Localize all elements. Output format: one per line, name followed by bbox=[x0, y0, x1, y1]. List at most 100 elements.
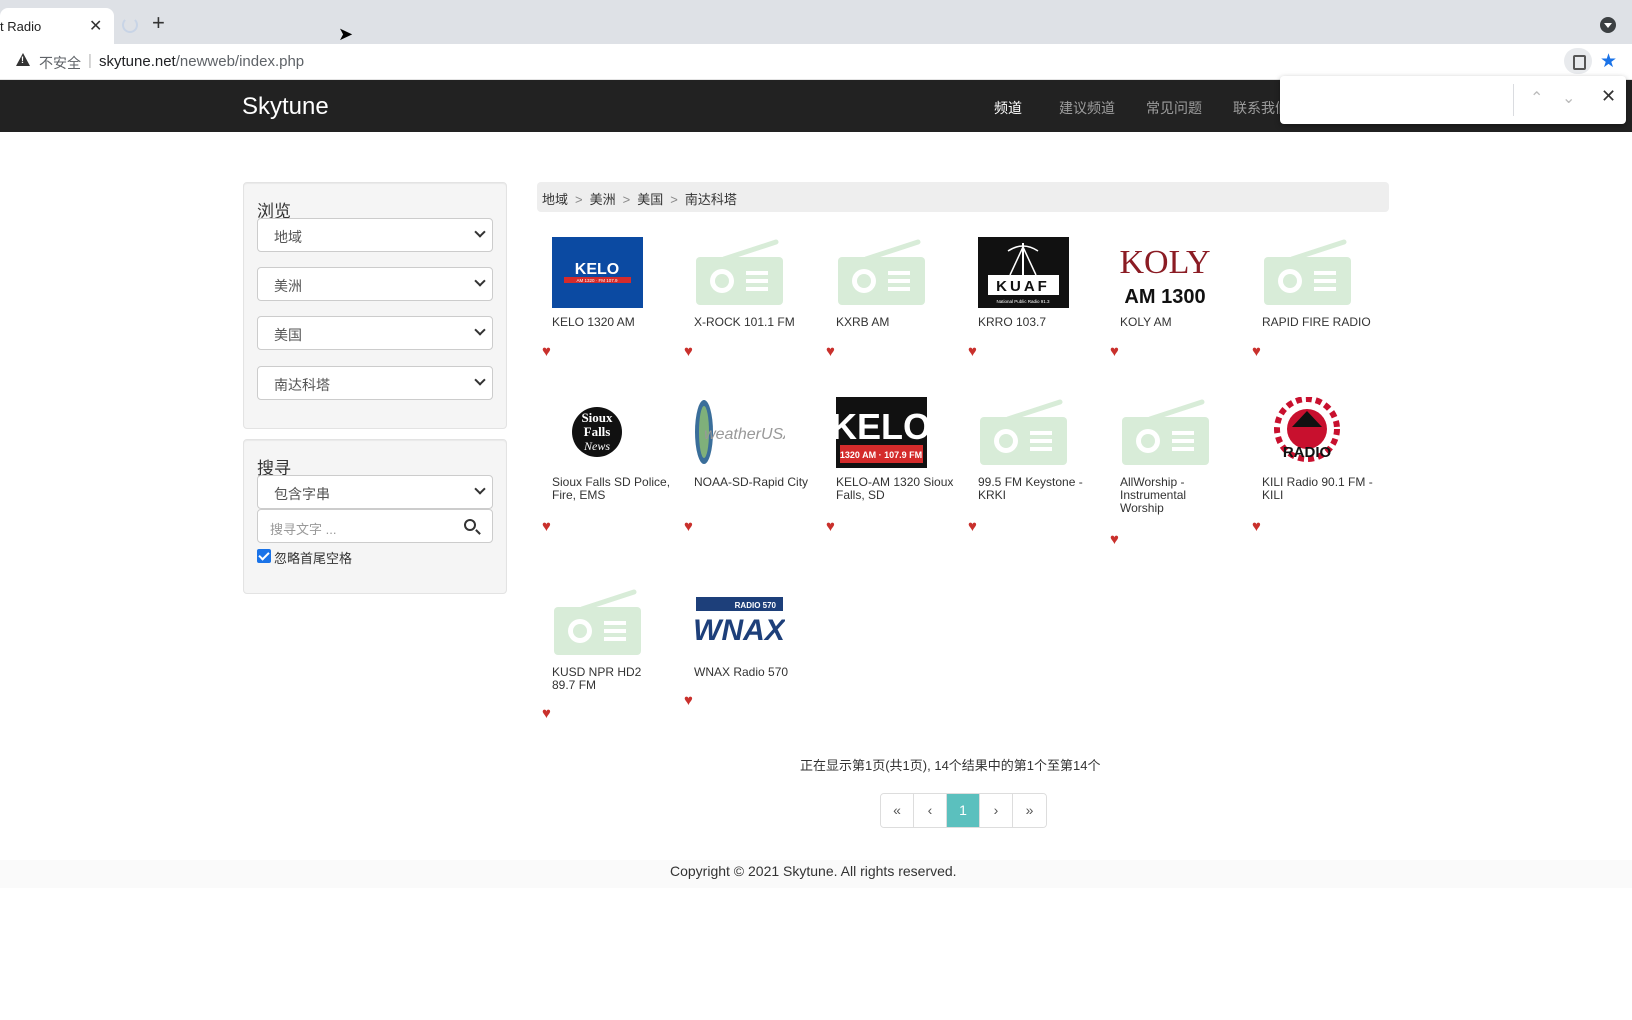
previous-page-button[interactable]: ‹ bbox=[914, 794, 947, 827]
station-name[interactable]: RAPID FIRE RADIO bbox=[1262, 316, 1392, 329]
tab-title: t Radio bbox=[0, 19, 42, 34]
country-select[interactable]: 美国 bbox=[257, 316, 493, 350]
radio-placeholder-icon[interactable] bbox=[694, 237, 785, 308]
breadcrumb-item[interactable]: 美洲 bbox=[590, 192, 616, 207]
station-name[interactable]: X-ROCK 101.1 FM bbox=[694, 316, 824, 329]
new-tab-button[interactable]: + bbox=[152, 12, 165, 34]
heart-icon[interactable]: ♥ bbox=[968, 518, 977, 535]
radio-placeholder-icon[interactable] bbox=[552, 587, 643, 658]
heart-icon[interactable]: ♥ bbox=[826, 343, 835, 360]
heart-icon[interactable]: ♥ bbox=[684, 343, 693, 360]
station-logo-sioux-falls-news[interactable]: Sioux Falls News bbox=[552, 397, 643, 468]
nav-item-channels[interactable]: 频道 bbox=[994, 98, 1022, 118]
station-name[interactable]: KELO 1320 AM bbox=[552, 316, 682, 329]
logo-subtext: 1320 AM · 107.9 FM bbox=[840, 450, 922, 460]
station-name[interactable]: KILI Radio 90.1 FM - KILI bbox=[1262, 476, 1392, 502]
breadcrumb: 地域 > 美洲 > 美国 > 南达科塔 bbox=[537, 182, 1389, 212]
radio-placeholder-icon[interactable] bbox=[1120, 397, 1211, 468]
heart-icon[interactable]: ♥ bbox=[542, 518, 551, 535]
heart-icon[interactable]: ♥ bbox=[968, 343, 977, 360]
station-logo-kili[interactable]: RADIO bbox=[1262, 397, 1353, 468]
station-logo-weather-usa[interactable]: weatherUSA bbox=[694, 397, 785, 468]
station-name[interactable]: KRRO 103.7 bbox=[978, 316, 1108, 329]
heart-icon[interactable]: ♥ bbox=[1110, 531, 1119, 548]
browser-tab[interactable]: t Radio ✕ bbox=[0, 8, 114, 44]
station-logo-koly[interactable]: KOLY AM 1300 bbox=[1120, 237, 1211, 308]
breadcrumb-item[interactable]: 地域 bbox=[542, 192, 568, 207]
chevron-down-icon bbox=[474, 483, 486, 495]
heart-icon[interactable]: ♥ bbox=[1252, 518, 1261, 535]
warning-icon[interactable] bbox=[16, 53, 30, 66]
next-page-button[interactable]: › bbox=[980, 794, 1013, 827]
chevron-down-icon bbox=[474, 226, 486, 238]
station-name[interactable]: KELO-AM 1320 Sioux Falls, SD bbox=[836, 476, 966, 502]
heart-icon[interactable]: ♥ bbox=[542, 705, 551, 722]
station-name[interactable]: 99.5 FM Keystone - KRKI bbox=[978, 476, 1108, 502]
heart-icon[interactable]: ♥ bbox=[684, 692, 693, 709]
breadcrumb-item[interactable]: 美国 bbox=[637, 192, 663, 207]
search-mode-value: 包含字串 bbox=[274, 486, 330, 502]
heart-icon[interactable]: ♥ bbox=[826, 518, 835, 535]
station-logo-kuaf[interactable]: KUAF National Public Radio 91.3 bbox=[978, 237, 1069, 308]
star-icon[interactable]: ★ bbox=[1600, 50, 1617, 73]
station-name[interactable]: NOAA-SD-Rapid City bbox=[694, 476, 824, 489]
search-mode-select[interactable]: 包含字串 bbox=[257, 475, 493, 509]
close-icon[interactable]: ✕ bbox=[89, 16, 102, 36]
find-previous-button[interactable]: ⌃ bbox=[1530, 88, 1543, 108]
mouse-cursor-icon: ➤ bbox=[338, 24, 354, 44]
heart-icon[interactable]: ♥ bbox=[1252, 343, 1261, 360]
heart-icon[interactable]: ♥ bbox=[1110, 343, 1119, 360]
find-divider bbox=[1513, 84, 1514, 116]
loading-spinner-icon bbox=[122, 17, 138, 33]
url-field[interactable]: skytune.net/newweb/index.php bbox=[99, 53, 304, 70]
ignore-spaces-label[interactable]: 忽略首尾空格 bbox=[274, 548, 352, 567]
station-name[interactable]: KXRB AM bbox=[836, 316, 966, 329]
radio-placeholder-icon[interactable] bbox=[1262, 237, 1353, 308]
station-logo-wnax[interactable]: RADIO 570 WNAX bbox=[694, 587, 785, 658]
find-next-button[interactable]: ⌄ bbox=[1562, 88, 1575, 108]
first-page-button[interactable]: « bbox=[881, 794, 914, 827]
radio-placeholder-icon[interactable] bbox=[836, 237, 927, 308]
find-close-button[interactable]: ✕ bbox=[1601, 86, 1616, 107]
heart-icon[interactable]: ♥ bbox=[542, 343, 551, 360]
station-logo-kelo-am[interactable]: KELO 1320 AM · 107.9 FM bbox=[836, 397, 927, 468]
station-name[interactable]: WNAX Radio 570 bbox=[694, 666, 824, 679]
radio-placeholder-icon[interactable] bbox=[978, 397, 1069, 468]
search-placeholder: 搜寻文字 ... bbox=[270, 522, 337, 537]
station-name[interactable]: KOLY AM bbox=[1120, 316, 1250, 329]
station-logo-kelo[interactable]: KELO AM 1320 · FM 107.9 bbox=[552, 237, 643, 308]
tab-search-icon[interactable] bbox=[1600, 17, 1616, 33]
logo-text: KELO bbox=[575, 261, 619, 278]
region-select-value: 地域 bbox=[274, 229, 302, 245]
state-select[interactable]: 南达科塔 bbox=[257, 366, 493, 400]
search-icon[interactable] bbox=[464, 519, 476, 531]
current-page-button[interactable]: 1 bbox=[947, 794, 980, 827]
station-name[interactable]: KUSD NPR HD2 89.7 FM bbox=[552, 666, 652, 692]
url-host: skytune.net bbox=[99, 53, 176, 70]
nav-item-suggest[interactable]: 建议频道 bbox=[1059, 98, 1115, 118]
logo-subtext: AM 1300 bbox=[1124, 286, 1205, 308]
page-action-icon[interactable] bbox=[1564, 48, 1592, 74]
continent-select[interactable]: 美洲 bbox=[257, 267, 493, 301]
station-name[interactable]: Sioux Falls SD Police, Fire, EMS bbox=[552, 476, 682, 502]
ignore-spaces-checkbox[interactable] bbox=[257, 549, 271, 563]
find-input[interactable] bbox=[1290, 84, 1512, 116]
pagination-info: 正在显示第1页(共1页), 14个结果中的第1个至第14个 bbox=[800, 758, 1101, 773]
search-input[interactable]: 搜寻文字 ... bbox=[257, 509, 493, 543]
heart-icon[interactable]: ♥ bbox=[684, 518, 693, 535]
breadcrumb-separator: > bbox=[622, 192, 631, 207]
logo-subtext: National Public Radio 91.3 bbox=[996, 299, 1050, 304]
site-brand[interactable]: Skytune bbox=[242, 93, 329, 121]
url-path: /newweb/index.php bbox=[175, 53, 305, 70]
last-page-button[interactable]: » bbox=[1013, 794, 1046, 827]
region-select[interactable]: 地域 bbox=[257, 218, 493, 252]
breadcrumb-separator: > bbox=[670, 192, 678, 207]
state-select-value: 南达科塔 bbox=[274, 377, 330, 393]
nav-item-faq[interactable]: 常见问题 bbox=[1146, 98, 1202, 118]
url-separator: | bbox=[88, 52, 92, 69]
logo-text: Sioux bbox=[581, 410, 613, 425]
find-bar: ⌃ ⌄ ✕ bbox=[1280, 76, 1626, 124]
station-name[interactable]: AllWorship - Instrumental Worship bbox=[1120, 476, 1210, 515]
insecure-label[interactable]: 不安全 bbox=[39, 53, 81, 73]
logo-text: RADIO bbox=[1283, 444, 1332, 461]
